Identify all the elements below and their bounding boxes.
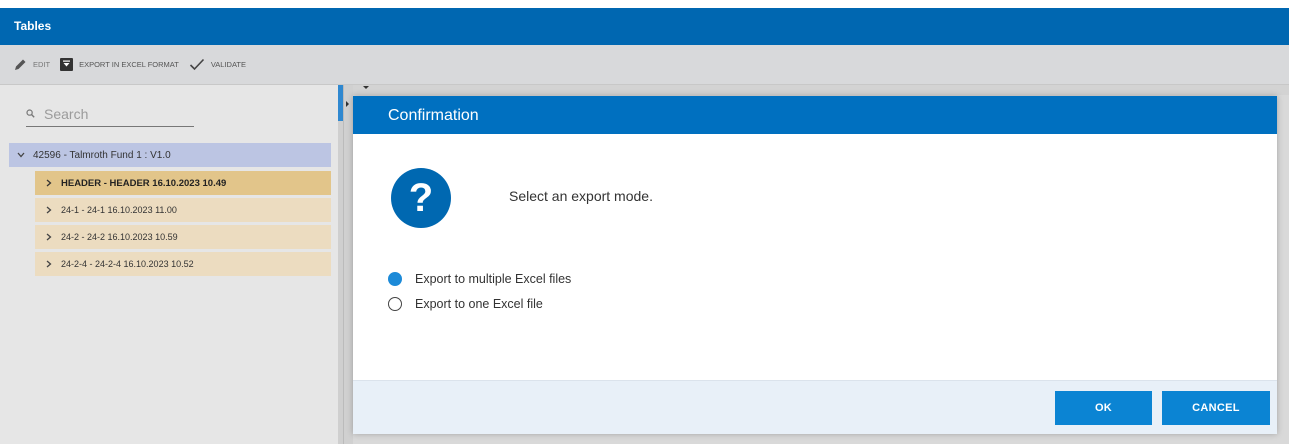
confirmation-dialog: Confirmation ? Select an export mode. Ex… <box>353 96 1277 434</box>
checkmark-icon <box>189 58 205 71</box>
tree-item-label: 24-2-4 - 24-2-4 16.10.2023 10.52 <box>61 259 194 269</box>
chevron-down-icon[interactable] <box>17 152 25 158</box>
tree-item-label: HEADER - HEADER 16.10.2023 10.49 <box>61 177 227 189</box>
edit-label: EDIT <box>33 60 51 69</box>
tree-item-header[interactable]: HEADER - HEADER 16.10.2023 10.49 <box>35 171 331 195</box>
edit-button[interactable]: EDIT <box>14 58 50 71</box>
option-label: Export to one Excel file <box>415 297 543 311</box>
tree-item-label: 24-1 - 24-1 16.10.2023 11.00 <box>61 205 177 215</box>
pencil-icon <box>14 58 27 71</box>
validate-button[interactable]: VALIDATE <box>189 58 246 71</box>
dialog-message: Select an export mode. <box>509 188 653 204</box>
radio-checked-icon[interactable] <box>388 272 402 286</box>
search-icon <box>26 109 36 118</box>
ok-button[interactable]: OK <box>1055 391 1152 425</box>
tree-root-label: 42596 - Talmroth Fund 1 : V1.0 <box>33 149 171 161</box>
question-icon: ? <box>391 168 451 228</box>
tree-item-24-2[interactable]: 24-2 - 24-2 16.10.2023 10.59 <box>35 225 331 249</box>
toolbar: EDIT EXPORT IN EXCEL FORMAT VALIDATE <box>0 45 1289 85</box>
option-one-file[interactable]: Export to one Excel file <box>388 297 543 311</box>
export-label: EXPORT IN EXCEL FORMAT <box>79 60 179 69</box>
tree-item-24-2-4[interactable]: 24-2-4 - 24-2-4 16.10.2023 10.52 <box>35 252 331 276</box>
chevron-right-icon[interactable] <box>46 179 52 187</box>
content-header <box>353 85 1289 95</box>
export-icon <box>60 58 74 71</box>
cancel-button[interactable]: CANCEL <box>1162 391 1270 425</box>
validate-label: VALIDATE <box>210 60 246 69</box>
search-input[interactable] <box>44 105 184 122</box>
page-title: Tables <box>0 8 1289 45</box>
chevron-right-icon[interactable] <box>46 206 52 214</box>
tree-item-24-1[interactable]: 24-1 - 24-1 16.10.2023 11.00 <box>35 198 331 222</box>
collapse-handle[interactable] <box>343 85 353 444</box>
tree-panel: 42596 - Talmroth Fund 1 : V1.0 HEADER - … <box>0 85 338 444</box>
tree-root-item[interactable]: 42596 - Talmroth Fund 1 : V1.0 <box>9 143 331 167</box>
search-box <box>26 101 194 127</box>
export-excel-button[interactable]: EXPORT IN EXCEL FORMAT <box>60 58 179 71</box>
radio-unchecked-icon[interactable] <box>388 297 402 311</box>
chevron-right-icon[interactable] <box>46 233 52 241</box>
dialog-footer: OK CANCEL <box>353 380 1277 434</box>
chevron-right-icon[interactable] <box>46 260 52 268</box>
option-label: Export to multiple Excel files <box>415 272 572 286</box>
tree-item-label: 24-2 - 24-2 16.10.2023 10.59 <box>61 232 178 242</box>
option-multiple-files[interactable]: Export to multiple Excel files <box>388 272 571 286</box>
caret-down-icon[interactable] <box>361 85 371 93</box>
top-strip <box>0 0 1289 8</box>
dialog-title: Confirmation <box>353 96 1277 134</box>
